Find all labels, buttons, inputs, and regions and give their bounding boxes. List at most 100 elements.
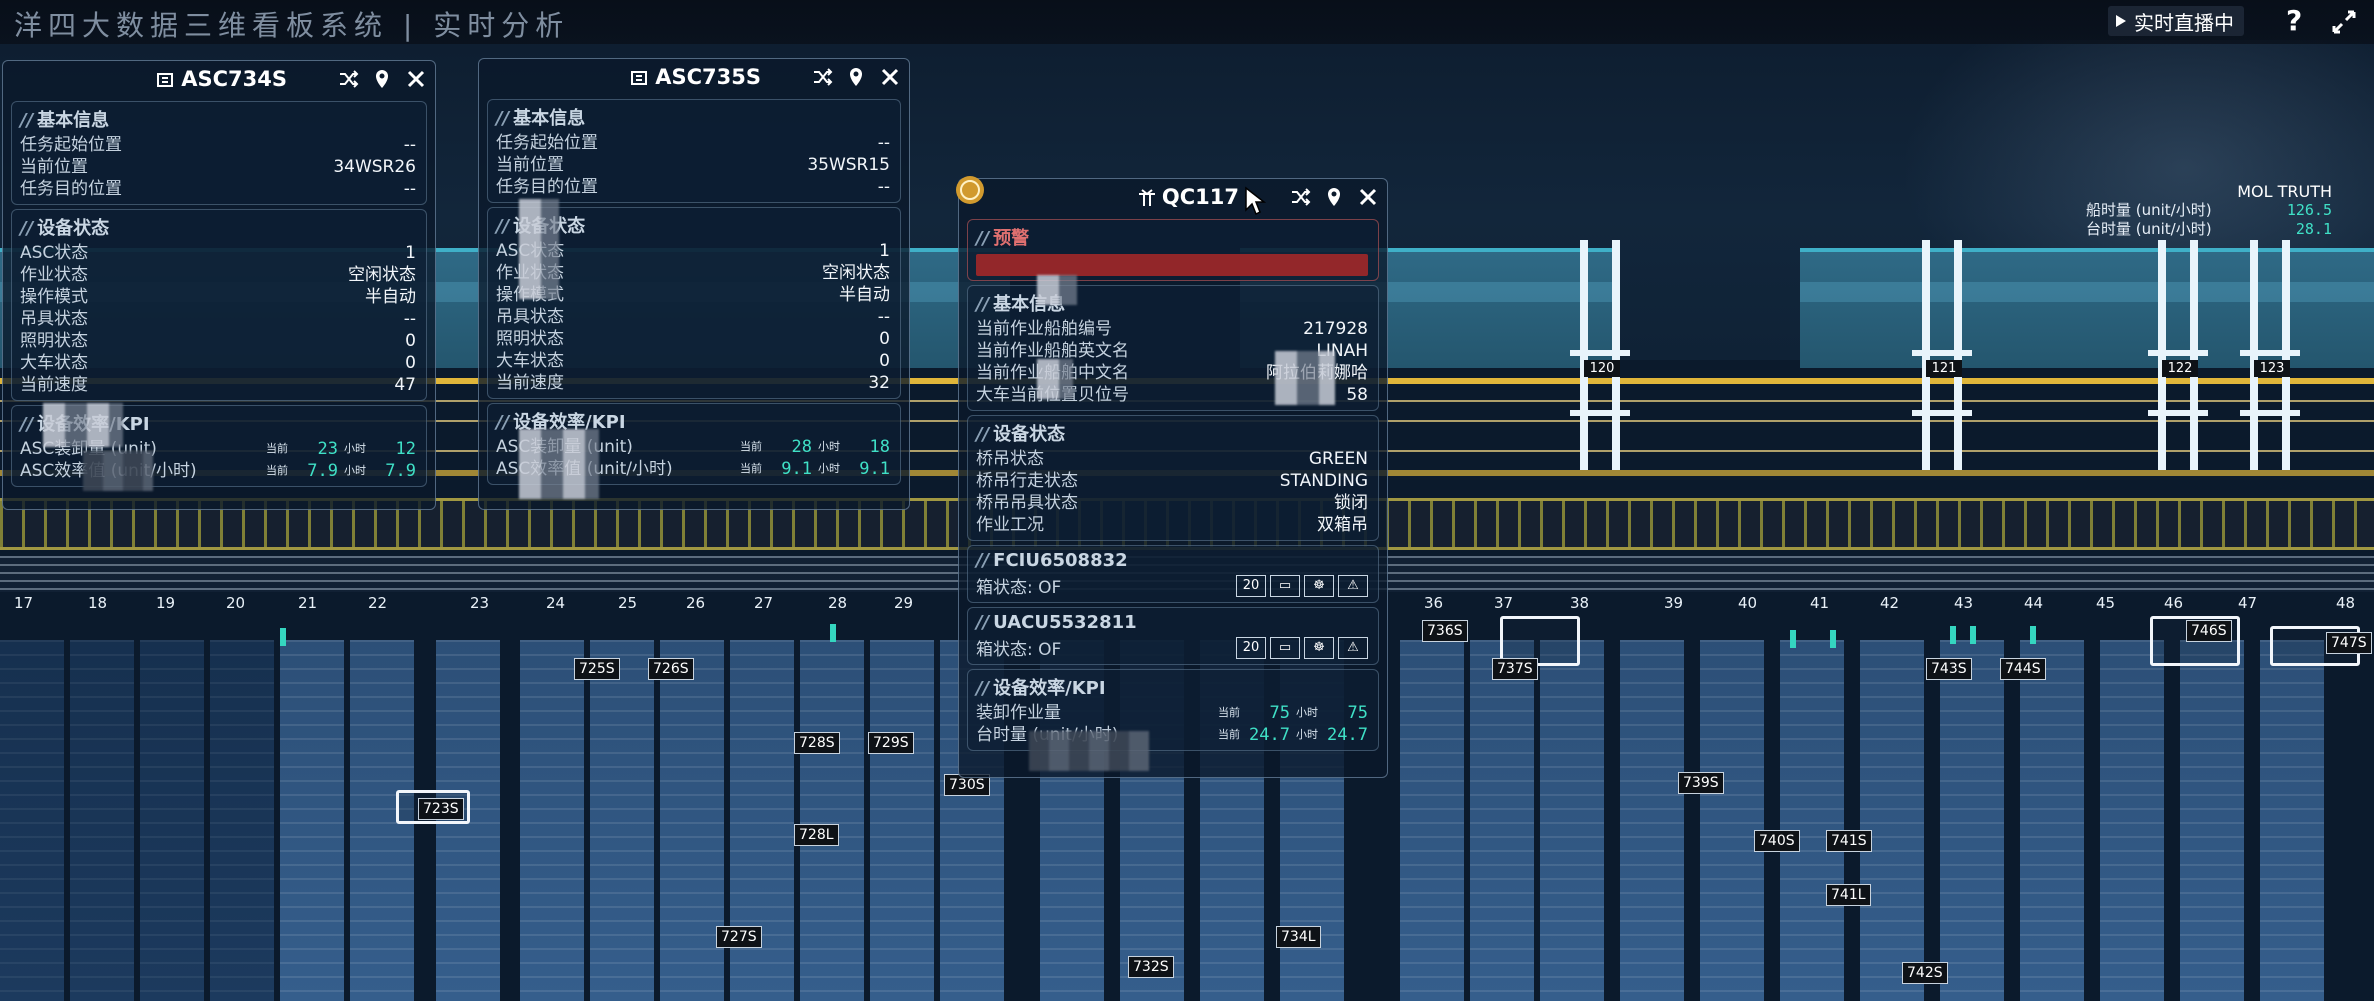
- redacted-area: [519, 429, 599, 499]
- asc734-panel[interactable]: ASC734S //基本信息 任务起始位置 -- 当前位置 34WSR26 任务目的…: [2, 60, 436, 510]
- kpi-label: 船时量 (unit/小时): [2086, 201, 2212, 219]
- bay-number: 29: [894, 594, 914, 612]
- sts-crane-tag: 122: [2162, 360, 2198, 377]
- redacted-area: [1275, 351, 1335, 405]
- vehicle-label[interactable]: 737S: [1492, 658, 1538, 680]
- quay-crane-icon: [1138, 189, 1155, 206]
- vehicle-label[interactable]: 741S: [1826, 830, 1872, 852]
- bay-number: 25: [618, 594, 638, 612]
- shuffle-icon[interactable]: [1289, 186, 1311, 208]
- alarm-message: [976, 254, 1368, 276]
- crane-icon: [631, 71, 648, 85]
- device-status-section: //设备状态 桥吊状态 GREEN 桥吊行走状态 STANDING 桥吊吊具状态 锁闭…: [967, 415, 1379, 541]
- shuffle-icon[interactable]: [811, 66, 833, 88]
- kpi-label: 台时量 (unit/小时): [2086, 220, 2212, 238]
- bay-number: 19: [156, 594, 176, 612]
- bay-number: 42: [1880, 594, 1900, 612]
- vehicle-label[interactable]: 728L: [794, 824, 839, 846]
- vehicle-label[interactable]: 732S: [1128, 956, 1174, 978]
- panel-header: ASC734S: [3, 61, 435, 97]
- reefer-icon: ☸: [1304, 636, 1334, 659]
- panel-title: QC117: [1136, 185, 1239, 209]
- redacted-area: [1037, 275, 1077, 305]
- sts-crane-121[interactable]: 121: [1912, 240, 1972, 470]
- help-button[interactable]: ?: [2286, 4, 2302, 37]
- container-size-badge: 20: [1236, 574, 1266, 597]
- vehicle-label[interactable]: 734L: [1276, 926, 1321, 948]
- container-size-badge: 20: [1236, 636, 1266, 659]
- bay-number: 22: [368, 594, 388, 612]
- reefer-icon: ☸: [1304, 574, 1334, 597]
- bay-number: 43: [1954, 594, 1974, 612]
- sts-crane-122[interactable]: 122: [2148, 240, 2208, 470]
- vehicle-label[interactable]: 727S: [716, 926, 762, 948]
- bay-number: 21: [298, 594, 318, 612]
- sts-crane-tag: 121: [1926, 360, 1962, 377]
- vehicle-label[interactable]: 723S: [418, 798, 464, 820]
- bay-number: 47: [2238, 594, 2258, 612]
- vehicle-label[interactable]: 746S: [2186, 620, 2232, 642]
- vessel-kpi-panel: MOL TRUTH 船时量 (unit/小时) 126.5 台时量 (unit/…: [2086, 182, 2332, 239]
- vehicle-label[interactable]: 726S: [648, 658, 694, 680]
- redacted-area: [1037, 359, 1073, 399]
- panel-title: ASC734S: [155, 67, 287, 91]
- location-pin-icon[interactable]: [371, 68, 393, 90]
- live-broadcast-button[interactable]: 实时直播中: [2108, 6, 2244, 36]
- vehicle-label[interactable]: 728S: [794, 732, 840, 754]
- bay-number: 17: [14, 594, 34, 612]
- qc117-panel[interactable]: QC117 //预警 //基本信息 当前作业船舶编号 217928 当前作业船舶英…: [956, 176, 1388, 778]
- location-pin-icon[interactable]: [1323, 186, 1345, 208]
- redacted-area: [83, 451, 153, 491]
- location-pin-icon[interactable]: [845, 66, 867, 88]
- alert-badge-icon: [956, 176, 984, 204]
- vehicle-label[interactable]: 736S: [1422, 620, 1468, 642]
- bay-number: 36: [1424, 594, 1444, 612]
- basic-info-section: //基本信息 任务起始位置 -- 当前位置 34WSR26 任务目的位置 --: [11, 101, 427, 205]
- alarm-section: //预警: [967, 219, 1379, 281]
- sts-crane-tag: 120: [1584, 360, 1620, 377]
- sts-crane-120[interactable]: 120: [1570, 240, 1630, 470]
- container-state: 箱状态: OF: [976, 578, 1062, 598]
- container-section: //FCIU6508832 箱状态: OF 20 ▭ ☸ ⚠: [967, 545, 1379, 603]
- redacted-area: [43, 403, 123, 447]
- bay-number: 23: [470, 594, 490, 612]
- vehicle-label[interactable]: 725S: [574, 658, 620, 680]
- sts-crane-123[interactable]: 123: [2240, 240, 2300, 470]
- container-icon: ▭: [1270, 574, 1300, 597]
- hazard-icon: ⚠: [1338, 636, 1368, 659]
- vehicle-label[interactable]: 743S: [1926, 658, 1972, 680]
- redacted-area: [1029, 731, 1149, 771]
- sts-crane-tag: 123: [2254, 360, 2290, 377]
- bay-number: 38: [1570, 594, 1590, 612]
- bay-number: 48: [2336, 594, 2356, 612]
- vehicle-label[interactable]: 740S: [1754, 830, 1800, 852]
- close-icon[interactable]: [1357, 186, 1379, 208]
- asc735-panel[interactable]: ASC735S //基本信息 任务起始位置 -- 当前位置 35WSR15 任务目的…: [478, 58, 910, 510]
- vehicle-label[interactable]: 741L: [1826, 884, 1871, 906]
- vessel-kpi-row: 船时量 (unit/小时) 126.5: [2086, 201, 2332, 220]
- bay-number: 40: [1738, 594, 1758, 612]
- panel-header: QC117: [956, 176, 1387, 215]
- panel-header: ASC735S: [479, 59, 909, 95]
- vehicle-label[interactable]: 729S: [868, 732, 914, 754]
- bay-number: 37: [1494, 594, 1514, 612]
- shuffle-icon[interactable]: [337, 68, 359, 90]
- kpi-value: 126.5: [2286, 201, 2332, 219]
- vehicle-label[interactable]: 747S: [2326, 632, 2372, 654]
- bay-number: 20: [226, 594, 246, 612]
- bay-number: 18: [88, 594, 108, 612]
- close-icon[interactable]: [405, 68, 427, 90]
- vehicle-label[interactable]: 742S: [1902, 962, 1948, 984]
- top-bar: 洋四大数据三维看板系统 | 实时分析 实时直播中 ?: [0, 0, 2374, 44]
- bay-number: 44: [2024, 594, 2044, 612]
- vehicle-label[interactable]: 744S: [2000, 658, 2046, 680]
- vehicle-label[interactable]: 739S: [1678, 772, 1724, 794]
- live-label: 实时直播中: [2134, 10, 2234, 35]
- vessel-name: MOL TRUTH: [2237, 182, 2332, 201]
- close-icon[interactable]: [879, 66, 901, 88]
- redacted-area: [519, 199, 559, 299]
- device-status-section: //设备状态 ASC状态1 作业状态空闲状态 操作模式半自动 吊具状态-- 照明…: [11, 209, 427, 401]
- bay-number: 39: [1664, 594, 1684, 612]
- bay-number: 27: [754, 594, 774, 612]
- fullscreen-icon[interactable]: [2330, 8, 2358, 36]
